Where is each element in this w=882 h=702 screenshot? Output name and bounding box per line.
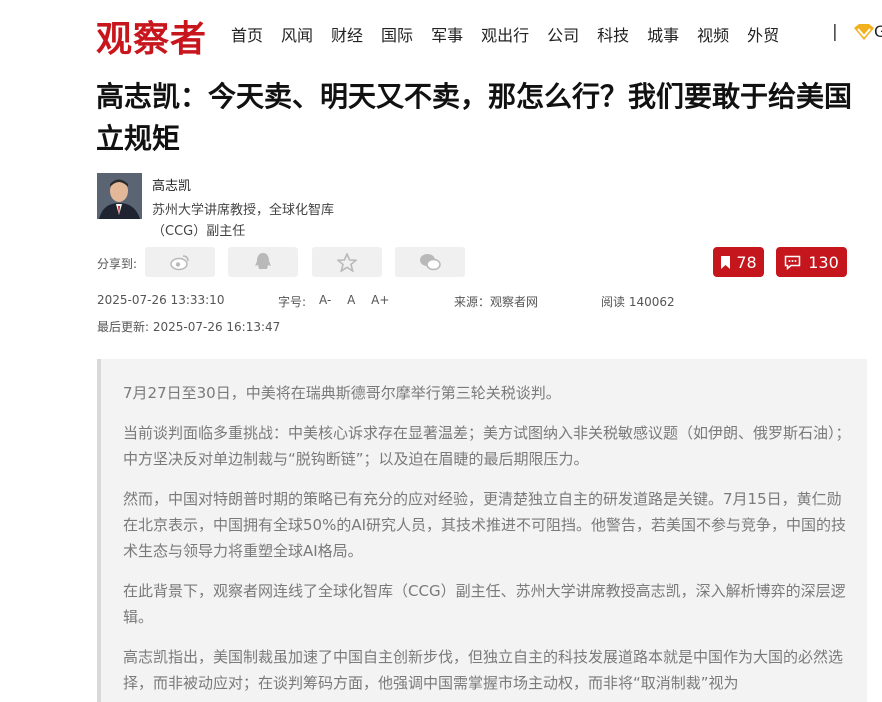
author-name[interactable]: 高志凯 — [152, 175, 191, 194]
nav-item-trade[interactable]: 外贸 — [747, 22, 779, 46]
nav-item-city[interactable]: 城事 — [647, 22, 679, 46]
article-source: 来源：观察者网 — [454, 295, 539, 309]
author-avatar[interactable] — [97, 173, 142, 219]
font-increase-button[interactable]: A+ — [371, 293, 389, 307]
summary-paragraph: 当前谈判面临多重挑战：中美核心诉求存在显著温差；美方试图纳入非关税敏感议题（如伊… — [123, 424, 851, 468]
comment-count: 130 — [808, 252, 839, 272]
bookmark-count: 78 — [736, 252, 757, 272]
share-weibo-button[interactable] — [145, 247, 215, 277]
share-label: 分享到: — [97, 257, 138, 271]
nav-item-company[interactable]: 公司 — [547, 22, 579, 46]
summary-paragraph: 高志凯指出，美国制裁虽加速了中国自主创新步伐，但独立自主的科技发展道路本就是中国… — [123, 648, 844, 692]
weibo-icon — [170, 255, 189, 271]
summary-left-bar — [97, 359, 101, 702]
font-size-controls: A- A A+ — [319, 293, 401, 307]
article-title: 高志凯：今天卖、明天又不卖，那怎么行？我们要敢于给美国立规矩 — [96, 80, 853, 155]
nav-item-video[interactable]: 视频 — [697, 22, 729, 46]
last-updated: 最后更新: 2025-07-26 16:13:47 — [97, 320, 281, 334]
summary-paragraph: 7月27日至30日，中美将在瑞典斯德哥尔摩举行第三轮关税谈判。 — [123, 384, 561, 402]
nav-item-international[interactable]: 国际 — [381, 22, 413, 46]
wechat-icon — [420, 254, 441, 271]
font-normal-button[interactable]: A — [347, 293, 355, 307]
star-icon — [337, 252, 357, 272]
publish-date: 2025-07-26 13:33:10 — [97, 293, 225, 307]
author-description: 苏州大学讲席教授，全球化智库（CCG）副主任 — [152, 203, 335, 239]
nav-item-travel[interactable]: 观出行 — [481, 22, 529, 46]
nav-item-military[interactable]: 军事 — [431, 22, 463, 46]
vip-badge-icon[interactable] — [852, 22, 876, 44]
nav-separator: | — [832, 22, 838, 42]
qq-icon — [255, 253, 271, 269]
nav-item-cut[interactable]: G — [874, 22, 882, 41]
main-nav: 首页 风闻 财经 国际 军事 观出行 公司 科技 城事 视频 外贸 — [231, 22, 797, 46]
site-logo[interactable]: 观察者 — [96, 10, 207, 62]
read-count: 阅读 140062 — [601, 295, 675, 309]
nav-item-tech[interactable]: 科技 — [597, 22, 629, 46]
share-favorite-button[interactable] — [312, 247, 382, 277]
nav-item-home[interactable]: 首页 — [231, 22, 263, 46]
nav-item-fengwen[interactable]: 风闻 — [281, 22, 313, 46]
summary-paragraph: 然而，中国对特朗普时期的策略已有充分的应对经验，更清楚独立自主的研发道路是关键。… — [123, 490, 847, 560]
bookmark-count-button[interactable]: 78 — [713, 247, 764, 277]
share-wechat-button[interactable] — [395, 247, 465, 277]
comment-count-button[interactable]: 130 — [776, 247, 847, 277]
font-decrease-button[interactable]: A- — [319, 293, 331, 307]
comment-icon — [784, 255, 801, 270]
summary-paragraph: 在此背景下，观察者网连线了全球化智库（CCG）副主任、苏州大学讲席教授高志凯，深… — [123, 582, 846, 626]
nav-item-finance[interactable]: 财经 — [331, 22, 363, 46]
font-size-label: 字号: — [278, 295, 307, 309]
bookmark-icon — [721, 255, 731, 269]
share-qq-button[interactable] — [228, 247, 298, 277]
